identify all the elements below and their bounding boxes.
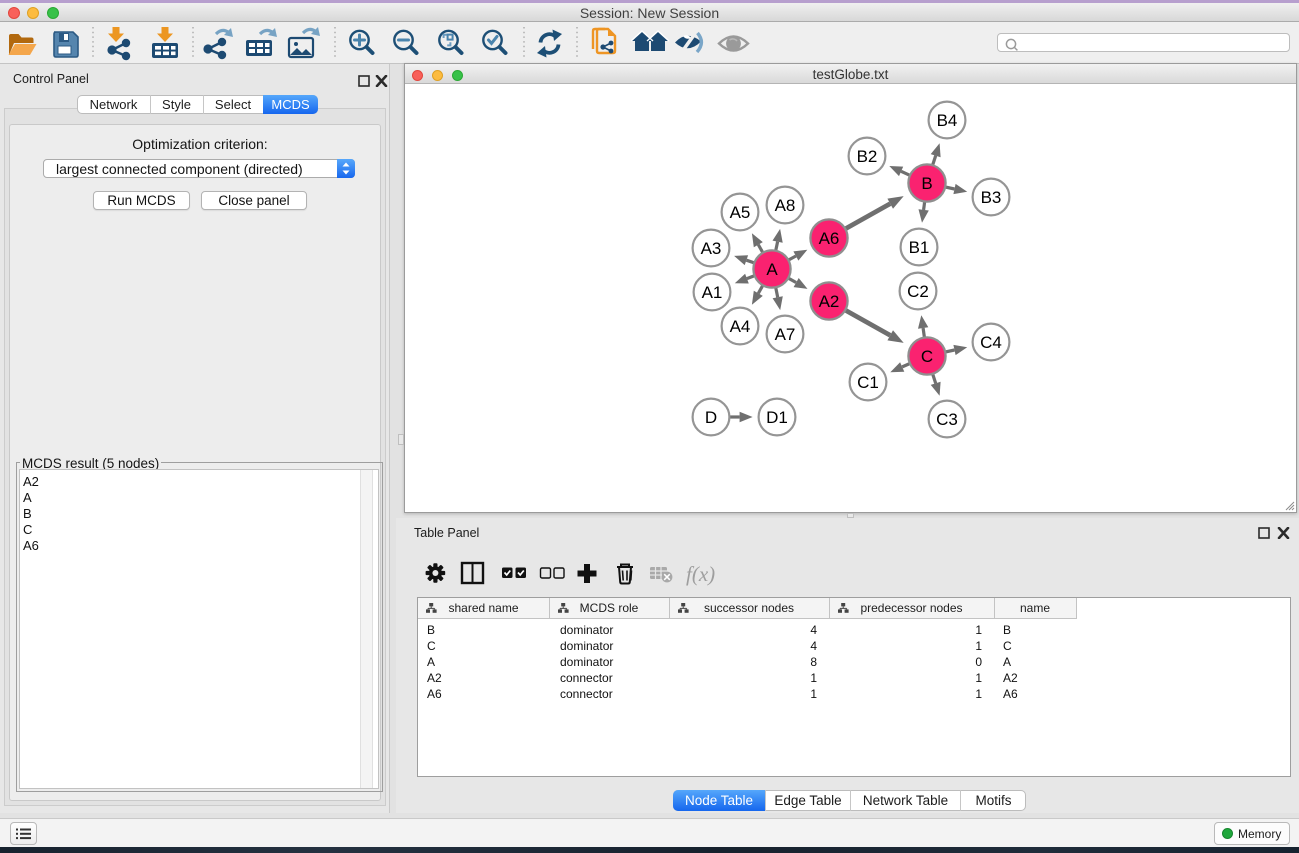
svg-text:B3: B3 (981, 188, 1002, 207)
svg-text:A1: A1 (702, 283, 723, 302)
svg-text:A6: A6 (819, 229, 840, 248)
svg-text:B1: B1 (909, 238, 930, 257)
svg-text:B2: B2 (857, 147, 878, 166)
svg-text:C: C (921, 347, 933, 366)
svg-text:D1: D1 (766, 408, 788, 427)
svg-text:A3: A3 (701, 239, 722, 258)
svg-text:C4: C4 (980, 333, 1002, 352)
svg-text:C2: C2 (907, 282, 929, 301)
svg-text:A5: A5 (730, 203, 751, 222)
svg-text:B4: B4 (937, 111, 958, 130)
svg-text:C1: C1 (857, 373, 879, 392)
svg-text:A2: A2 (819, 292, 840, 311)
svg-text:C3: C3 (936, 410, 958, 429)
svg-text:B: B (921, 174, 932, 193)
svg-text:A8: A8 (775, 196, 796, 215)
svg-text:f(x): f(x) (686, 562, 715, 586)
svg-text:A7: A7 (775, 325, 796, 344)
svg-text:D: D (705, 408, 717, 427)
svg-text:A4: A4 (730, 317, 751, 336)
svg-text:A: A (766, 260, 778, 279)
